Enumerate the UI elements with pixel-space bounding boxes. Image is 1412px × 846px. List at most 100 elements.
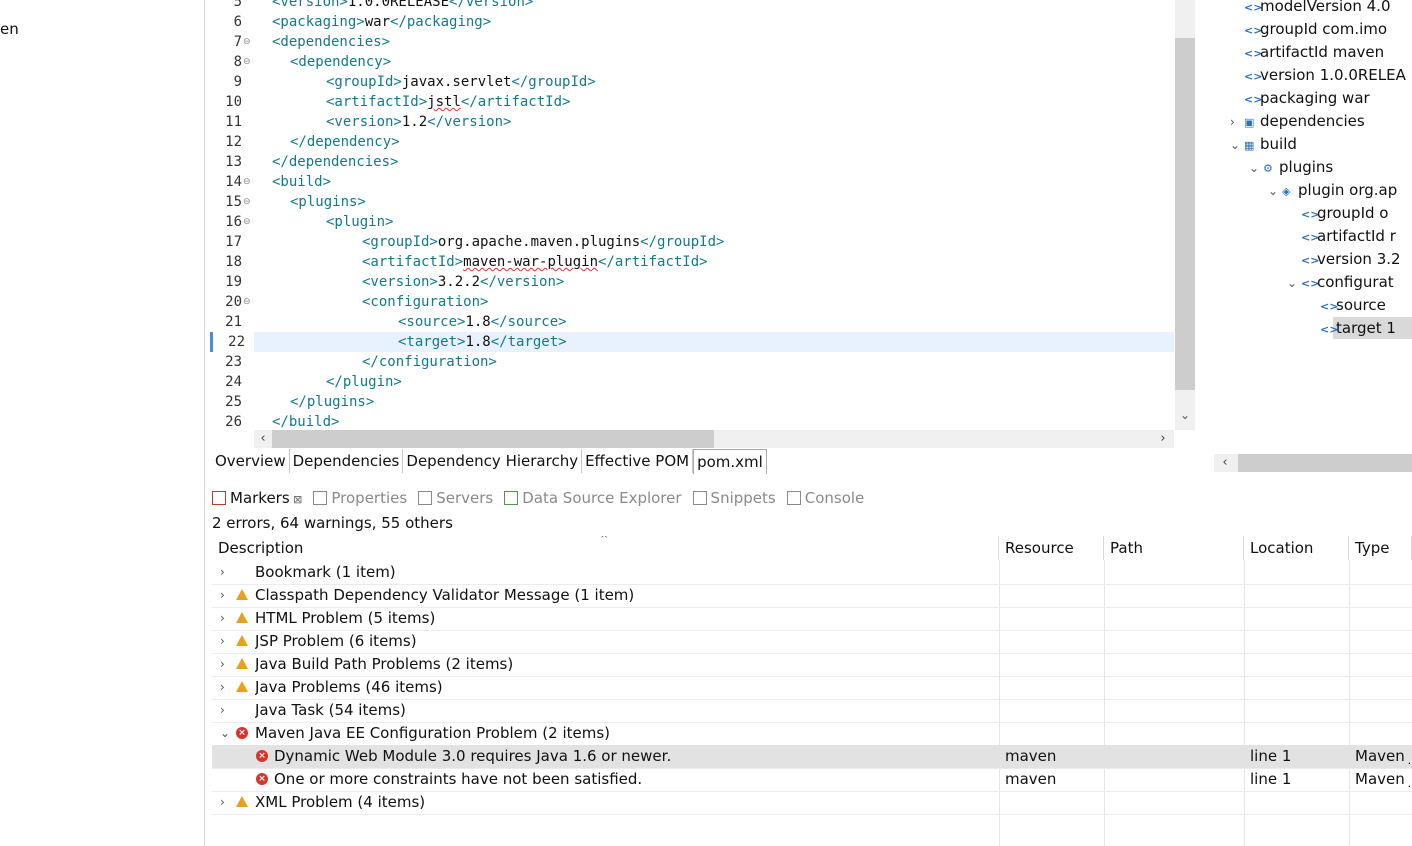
tab-dependencies[interactable]: Dependencies: [289, 449, 404, 473]
marker-path: [1110, 676, 1242, 699]
table-row[interactable]: › XML Problem (4 items): [212, 791, 1412, 815]
table-row[interactable]: › HTML Problem (5 items): [212, 607, 1412, 631]
outline-item[interactable]: <>groupId com.imo: [1244, 18, 1387, 40]
table-row[interactable]: › Java Task (54 items): [212, 699, 1412, 723]
chevron-right-icon[interactable]: ›: [220, 630, 225, 653]
fold-toggle-icon[interactable]: ⊖: [243, 32, 253, 52]
outline-scroll-left-icon[interactable]: ‹: [1216, 454, 1234, 472]
column-header-resource[interactable]: Resource: [999, 536, 1104, 560]
outline-item[interactable]: ⌄ <>configurat: [1287, 271, 1394, 293]
outline-item[interactable]: › ▣ dependencies: [1230, 110, 1365, 132]
chevron-down-icon[interactable]: ⌄: [1249, 157, 1263, 179]
outline-item-label: modelVersion 4.0: [1260, 0, 1391, 15]
marker-location: [1250, 722, 1347, 745]
table-row[interactable]: › Bookmark (1 item): [212, 561, 1412, 585]
code-area[interactable]: <version>1.0.0RELEASE</version> <packagin…: [254, 0, 1174, 432]
outline-item[interactable]: <>target 1: [1320, 317, 1396, 339]
fold-toggle-icon[interactable]: ⊖: [243, 172, 253, 192]
chevron-right-icon[interactable]: ›: [220, 791, 225, 814]
outline-item[interactable]: <>modelVersion 4.0: [1244, 0, 1391, 17]
tab-servers[interactable]: Servers: [418, 486, 493, 510]
chevron-down-icon[interactable]: ⌄: [1287, 272, 1301, 294]
marker-resource: maven: [1005, 770, 1057, 788]
fold-toggle-icon[interactable]: ⊖: [243, 292, 253, 312]
outline-item[interactable]: <>artifactId maven: [1244, 41, 1384, 63]
chevron-right-icon[interactable]: ›: [220, 561, 225, 584]
xml-tag: </source>: [490, 314, 567, 330]
xml-element-icon: ⚙: [1263, 162, 1273, 175]
outline-item[interactable]: ⌄ ◈ plugin org.ap: [1268, 179, 1397, 201]
tab-pom-xml[interactable]: pom.xml: [693, 449, 767, 474]
chevron-down-icon[interactable]: ⌄: [1230, 134, 1244, 156]
chevron-right-icon[interactable]: ›: [220, 584, 225, 607]
tab-snippets[interactable]: Snippets: [692, 486, 776, 510]
table-row[interactable]: › Java Build Path Problems (2 items): [212, 653, 1412, 677]
marker-resource: [1005, 584, 1102, 607]
tab-console[interactable]: Console: [786, 486, 864, 510]
chevron-right-icon[interactable]: ›: [220, 653, 225, 676]
table-row[interactable]: × One or more constraints have not been s…: [212, 768, 1412, 792]
chevron-down-icon[interactable]: ⌄: [220, 722, 230, 745]
outline-item[interactable]: <>version 1.0.0RELEA: [1244, 64, 1406, 86]
outline-item[interactable]: <>version 3.2: [1301, 248, 1401, 270]
tab-overview[interactable]: Overview: [212, 449, 290, 473]
tab-data-source-explorer[interactable]: Data Source Explorer: [504, 486, 682, 510]
editor-horizontal-scroll-thumb[interactable]: [272, 430, 714, 448]
scroll-down-icon[interactable]: ⌄: [1175, 408, 1195, 428]
scroll-right-icon[interactable]: ›: [1154, 430, 1172, 448]
column-header-location[interactable]: Location: [1244, 536, 1349, 560]
fold-toggle-icon[interactable]: ⊖: [243, 192, 253, 212]
pom-editor[interactable]: 5 6 7 ⊖ 8 ⊖ 9 10 11 12 13 14 ⊖ 15 ⊖ 16 ⊖ 17 18 19 20 ⊖ 21 22 23 2…: [210, 0, 1210, 448]
chevron-right-icon[interactable]: ›: [1230, 111, 1244, 133]
outline-item[interactable]: <>groupId o: [1301, 202, 1388, 224]
marker-type: [1355, 561, 1410, 584]
error-icon: ×: [256, 773, 268, 785]
chevron-right-icon[interactable]: ›: [220, 676, 225, 699]
code-line: <groupId>org.apache.maven.plugins</group…: [362, 232, 724, 252]
table-row[interactable]: › JSP Problem (6 items): [212, 630, 1412, 654]
column-header-type[interactable]: Type: [1349, 536, 1412, 560]
xml-element-icon: <>: [1320, 323, 1339, 336]
sort-ascending-icon[interactable]: ^: [600, 536, 608, 545]
close-icon[interactable]: ⊠: [290, 493, 302, 506]
warning-icon: [236, 612, 248, 623]
markers-table[interactable]: Description Resource Path Location Type ^ › Boo…: [212, 536, 1412, 846]
code-line: <version>3.2.2</version>: [362, 272, 564, 292]
xml-tag: <dependencies>: [272, 34, 391, 50]
outline-item-label: source: [1336, 296, 1386, 314]
outline-item[interactable]: <>packaging war: [1244, 87, 1370, 109]
xml-text: 1.2: [401, 114, 428, 130]
scroll-left-icon[interactable]: ‹: [254, 430, 272, 448]
tab-dependency-hierarchy[interactable]: Dependency Hierarchy: [403, 449, 583, 473]
outline-item[interactable]: <>artifactId r: [1301, 225, 1396, 247]
tab-effective-pom[interactable]: Effective POM: [582, 449, 694, 473]
outline-item[interactable]: ⌄ ⚙ plugins: [1249, 156, 1333, 178]
outline-item[interactable]: <>source: [1320, 294, 1386, 316]
fold-toggle-icon[interactable]: ⊖: [243, 212, 253, 232]
pom-editor-tabs: Overview Dependencies Dependency Hierarchy…: [212, 449, 767, 475]
table-row[interactable]: › Classpath Dependency Validator Message …: [212, 584, 1412, 608]
xml-text: 1.8: [465, 334, 491, 350]
line-number: 26: [225, 414, 242, 430]
marker-resource: maven: [1005, 747, 1057, 765]
project-explorer-fragment[interactable]: en: [0, 20, 19, 38]
chevron-right-icon[interactable]: ›: [220, 699, 225, 722]
editor-vertical-scroll-thumb[interactable]: [1175, 38, 1195, 390]
chevron-right-icon[interactable]: ›: [220, 607, 225, 630]
outline-scroll-thumb[interactable]: [1238, 454, 1412, 472]
fold-toggle-icon[interactable]: ⊖: [243, 52, 253, 72]
marker-type: Maven J: [1355, 747, 1410, 765]
marker-path: [1110, 745, 1242, 768]
tab-markers[interactable]: Markers ⊠: [212, 486, 302, 510]
chevron-down-icon[interactable]: ⌄: [1268, 180, 1282, 202]
table-row[interactable]: › Java Problems (46 items): [212, 676, 1412, 700]
marker-resource: [1005, 699, 1102, 722]
table-row[interactable]: ⌄ × Maven Java EE Configuration Problem (2…: [212, 722, 1412, 746]
column-header-path[interactable]: Path: [1104, 536, 1244, 560]
line-number: 17: [225, 234, 242, 250]
xml-element-icon: <>: [1301, 277, 1320, 290]
tab-properties[interactable]: Properties: [313, 486, 407, 510]
outline-item[interactable]: ⌄ ▦ build: [1230, 133, 1297, 155]
table-row[interactable]: × Dynamic Web Module 3.0 requires Java 1.…: [212, 745, 1412, 769]
outline-item-label: plugin org.ap: [1298, 181, 1398, 199]
